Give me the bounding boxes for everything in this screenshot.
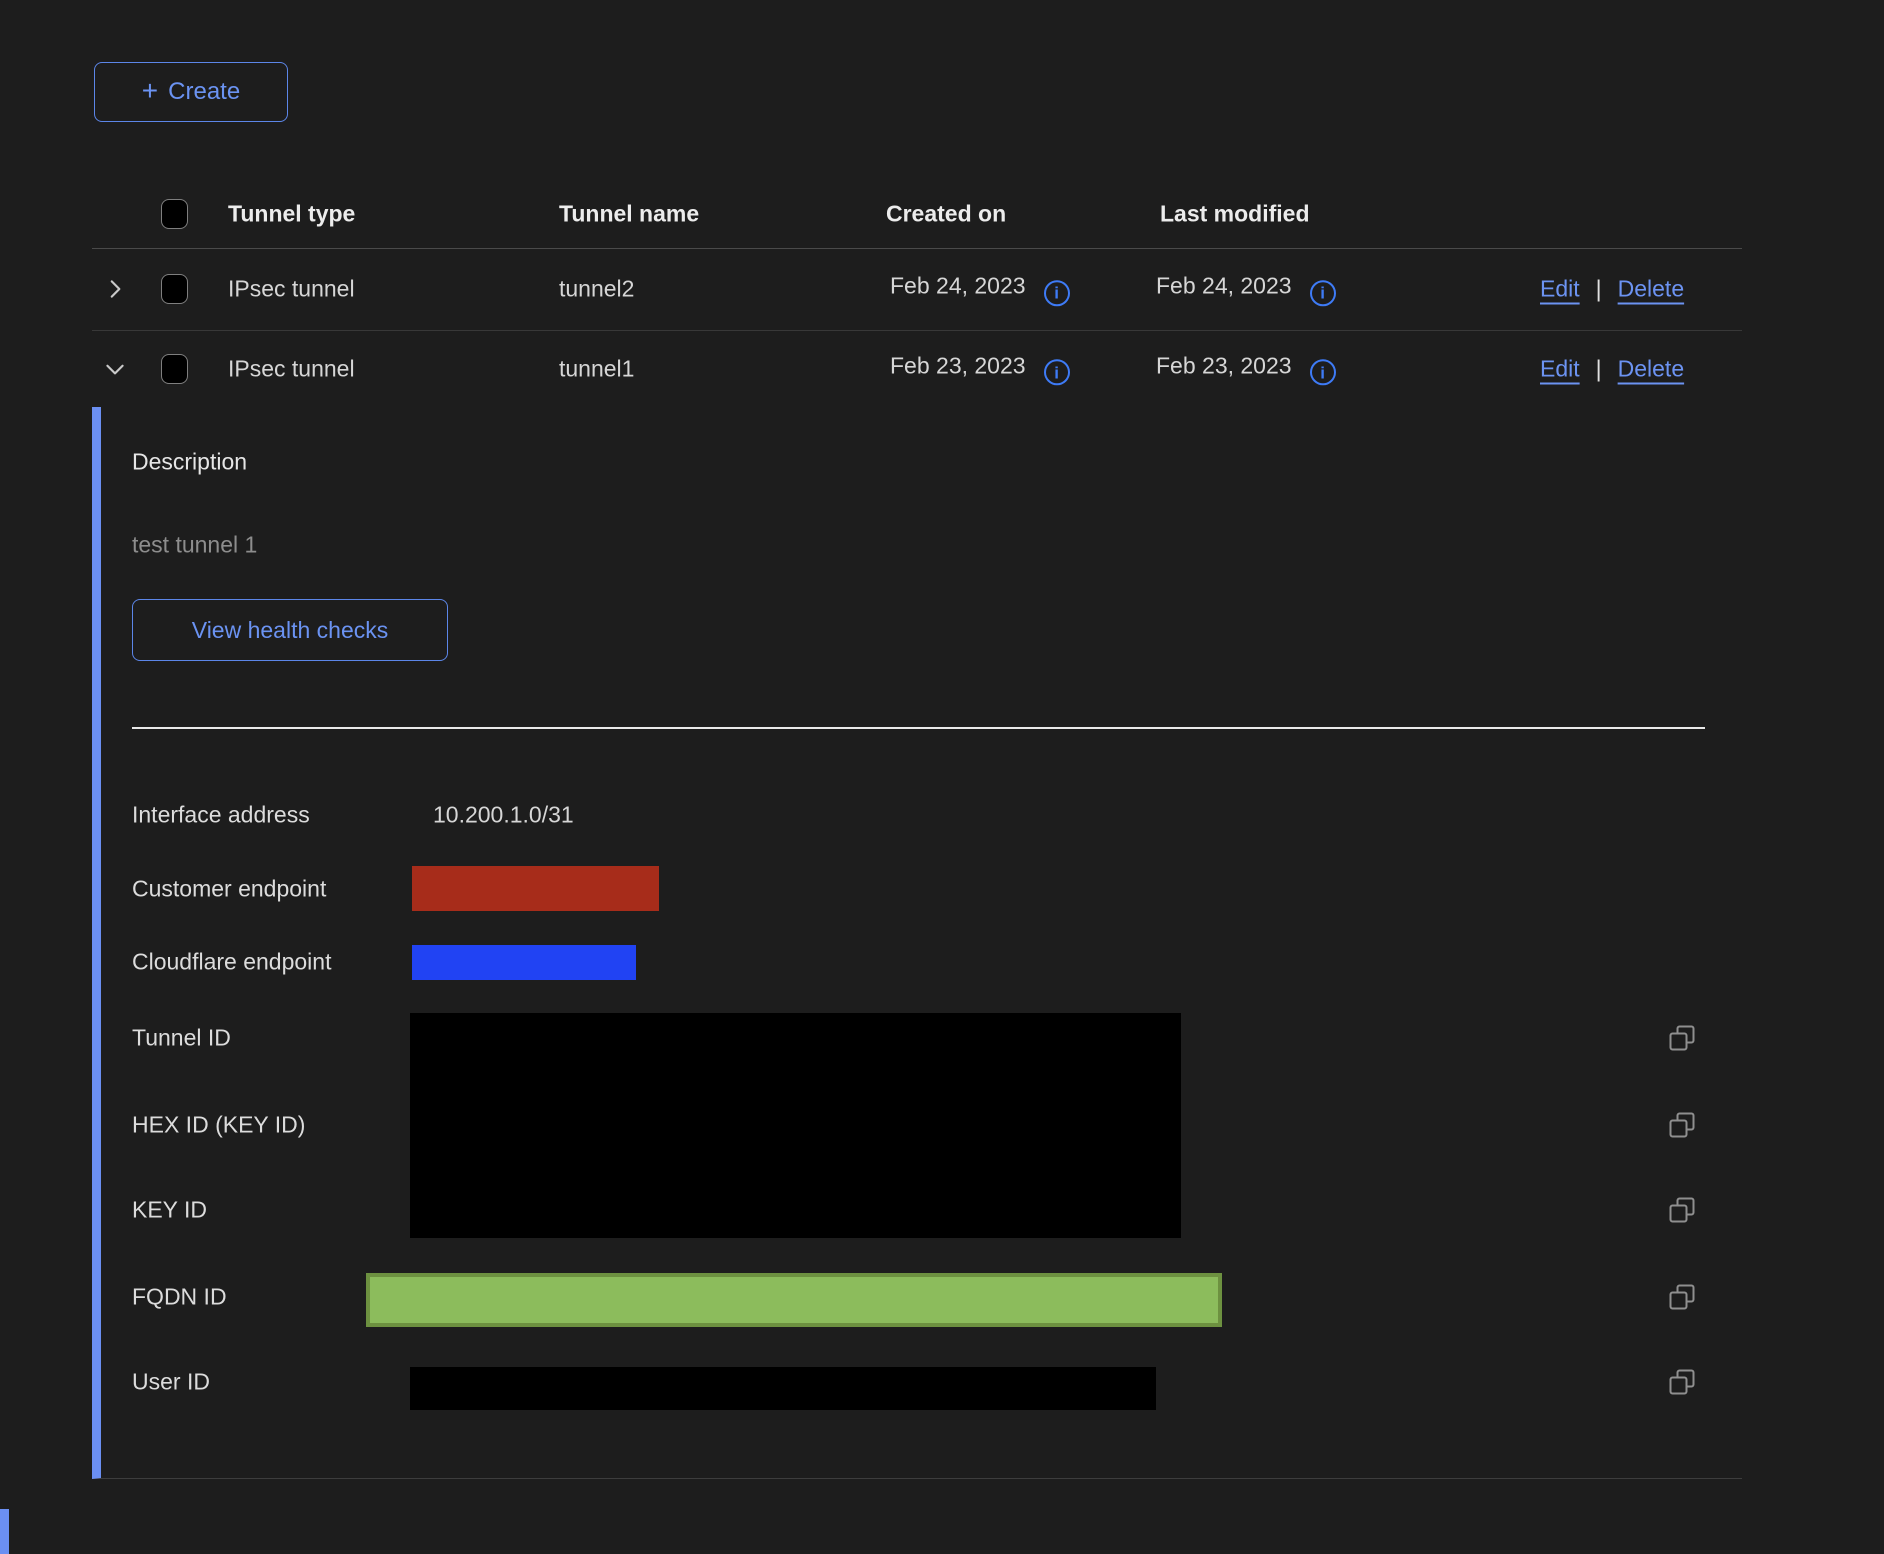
- hex-id-label: HEX ID (KEY ID): [132, 1112, 305, 1139]
- created-on-date: Feb 23, 2023: [890, 352, 1026, 378]
- row-checkbox[interactable]: [161, 274, 188, 304]
- chevron-right-icon[interactable]: [102, 276, 128, 302]
- view-health-checks-button[interactable]: View health checks: [132, 599, 448, 661]
- delete-link[interactable]: Delete: [1618, 276, 1684, 302]
- ids-redacted-value: [410, 1013, 1181, 1238]
- copy-icon[interactable]: [1669, 1197, 1695, 1223]
- row-actions: Edit | Delete: [1540, 355, 1684, 382]
- user-id-redacted-value: [410, 1367, 1156, 1410]
- last-modified-cell: Feb 23, 2023 i: [1156, 352, 1336, 386]
- last-modified-date: Feb 23, 2023: [1156, 352, 1292, 378]
- copy-icon[interactable]: [1669, 1112, 1695, 1138]
- copy-icon[interactable]: [1669, 1025, 1695, 1051]
- header-last-modified: Last modified: [1160, 201, 1310, 228]
- row-checkbox[interactable]: [161, 354, 188, 384]
- chevron-down-icon[interactable]: [102, 356, 128, 382]
- created-on-date: Feb 24, 2023: [890, 272, 1026, 298]
- copy-icon[interactable]: [1669, 1284, 1695, 1310]
- actions-separator: |: [1596, 276, 1602, 302]
- delete-link[interactable]: Delete: [1618, 355, 1684, 381]
- interface-address-value: 10.200.1.0/31: [433, 802, 574, 829]
- customer-endpoint-label: Customer endpoint: [132, 876, 326, 903]
- edit-link[interactable]: Edit: [1540, 355, 1580, 381]
- table-row: IPsec tunnel tunnel1 Feb 23, 2023 i Feb 2…: [92, 330, 1742, 407]
- expanded-tunnel-panel: Description test tunnel 1 View health ch…: [92, 407, 1742, 1479]
- create-button[interactable]: + Create: [94, 62, 288, 122]
- info-icon[interactable]: i: [1044, 280, 1070, 306]
- last-modified-cell: Feb 24, 2023 i: [1156, 272, 1336, 306]
- create-button-label: Create: [168, 78, 240, 106]
- section-divider: [132, 727, 1705, 729]
- header-tunnel-name: Tunnel name: [559, 201, 699, 228]
- fqdn-id-label: FQDN ID: [132, 1284, 227, 1311]
- last-modified-date: Feb 24, 2023: [1156, 272, 1292, 298]
- info-icon[interactable]: i: [1310, 280, 1336, 306]
- tunnel-table-header: Tunnel type Tunnel name Created on Last …: [92, 180, 1742, 249]
- interface-address-label: Interface address: [132, 802, 310, 829]
- created-on-cell: Feb 24, 2023 i: [890, 272, 1070, 306]
- header-tunnel-type: Tunnel type: [228, 201, 355, 228]
- edit-link[interactable]: Edit: [1540, 276, 1580, 302]
- partial-expand-indicator: [0, 1509, 9, 1554]
- cloudflare-endpoint-redacted-value: [412, 945, 636, 980]
- tunnel-name-cell: tunnel1: [559, 355, 634, 382]
- row-actions: Edit | Delete: [1540, 276, 1684, 303]
- tunnel-id-label: Tunnel ID: [132, 1025, 231, 1052]
- fqdn-id-redacted-value: [366, 1273, 1222, 1327]
- info-icon[interactable]: i: [1044, 359, 1070, 385]
- actions-separator: |: [1596, 355, 1602, 381]
- description-value: test tunnel 1: [132, 532, 257, 559]
- customer-endpoint-redacted-value: [412, 866, 659, 911]
- tunnel-type-cell: IPsec tunnel: [228, 276, 355, 303]
- plus-icon: +: [142, 77, 158, 105]
- info-icon[interactable]: i: [1310, 359, 1336, 385]
- created-on-cell: Feb 23, 2023 i: [890, 352, 1070, 386]
- header-created-on: Created on: [886, 201, 1006, 228]
- table-row: IPsec tunnel tunnel2 Feb 24, 2023 i Feb 2…: [92, 248, 1742, 331]
- key-id-label: KEY ID: [132, 1197, 207, 1224]
- select-all-checkbox[interactable]: [161, 199, 188, 229]
- copy-icon[interactable]: [1669, 1369, 1695, 1395]
- cloudflare-endpoint-label: Cloudflare endpoint: [132, 949, 331, 976]
- user-id-label: User ID: [132, 1369, 210, 1396]
- ipsec-tunnels-page: + Create Tunnel type Tunnel name Created…: [0, 0, 1884, 1554]
- tunnel-name-cell: tunnel2: [559, 276, 634, 303]
- tunnel-type-cell: IPsec tunnel: [228, 355, 355, 382]
- description-label: Description: [132, 449, 247, 476]
